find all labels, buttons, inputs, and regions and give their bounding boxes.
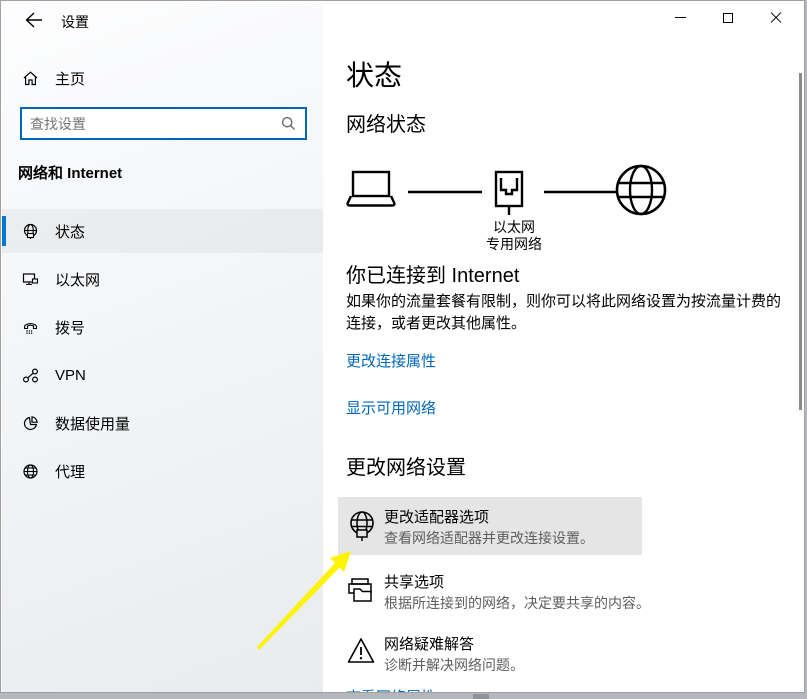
- laptop-icon: [346, 170, 398, 210]
- maximize-button[interactable]: [704, 1, 752, 34]
- sidebar-item-vpn[interactable]: VPN: [2, 353, 323, 397]
- search-box: [20, 107, 307, 140]
- minimize-button[interactable]: [656, 1, 704, 34]
- sidebar-item-label: 状态: [55, 221, 85, 242]
- network-profile-label: 专用网络: [454, 234, 574, 254]
- sidebar-item-proxy[interactable]: 代理: [2, 449, 323, 493]
- vpn-icon: [22, 367, 39, 384]
- internet-globe-icon: [614, 163, 668, 217]
- warning-triangle-icon: [346, 635, 376, 667]
- sidebar-item-data-usage[interactable]: 数据使用量: [2, 401, 323, 445]
- change-adapter-options-item[interactable]: 更改适配器选项 查看网络适配器并更改连接设置。: [338, 497, 642, 555]
- setting-item-title: 共享选项: [384, 571, 444, 592]
- ethernet-plug-icon: [493, 170, 527, 216]
- search-icon: [281, 116, 296, 131]
- sidebar-item-label: 主页: [55, 68, 85, 89]
- dialup-phone-icon: [22, 319, 39, 336]
- titlebar: 设置: [1, 1, 804, 41]
- connected-description: 如果你的流量套餐有限制，则你可以将此网络设置为按流量计费的连接，或者更改其他属性…: [346, 291, 793, 335]
- page-title: 状态: [346, 54, 402, 94]
- sidebar-item-status[interactable]: 状态: [2, 209, 323, 253]
- window-controls: [656, 1, 800, 34]
- background-window-fragment: [473, 694, 489, 699]
- home-icon: [22, 70, 39, 87]
- sidebar-item-dialup[interactable]: 拨号: [2, 305, 323, 349]
- close-icon: [770, 12, 782, 24]
- sidebar: 主页 网络和 Internet 状态 以太网: [2, 2, 323, 693]
- sidebar-item-label: 拨号: [55, 317, 85, 338]
- sidebar-item-label: 数据使用量: [55, 413, 130, 434]
- status-globe-icon: [22, 223, 39, 240]
- main-content: 状态 网络状态 以太网 专用网络 你已连接到 Internet 如果你的流量套餐…: [323, 2, 805, 693]
- sidebar-section-title: 网络和 Internet: [18, 162, 122, 183]
- setting-item-description: 诊断并解决网络问题。: [384, 655, 524, 675]
- network-status-heading: 网络状态: [346, 108, 426, 137]
- view-network-properties-link[interactable]: 查看网络属性: [346, 686, 436, 693]
- change-network-settings-heading: 更改网络设置: [346, 451, 466, 480]
- window-title: 设置: [61, 12, 89, 32]
- network-diagram: 以太网 专用网络: [346, 160, 686, 260]
- proxy-globe-icon: [22, 463, 39, 480]
- sidebar-item-home[interactable]: 主页: [2, 60, 323, 96]
- setting-item-description: 查看网络适配器并更改连接设置。: [384, 528, 594, 548]
- settings-window: 主页 网络和 Internet 状态 以太网: [0, 0, 805, 693]
- search-input[interactable]: [22, 116, 281, 132]
- minimize-icon: [675, 17, 686, 18]
- setting-item-title: 更改适配器选项: [384, 506, 489, 527]
- sidebar-item-label: 代理: [55, 461, 85, 482]
- show-available-networks-link[interactable]: 显示可用网络: [346, 397, 436, 418]
- change-connection-properties-link[interactable]: 更改连接属性: [346, 350, 436, 371]
- data-usage-pie-icon: [22, 415, 39, 432]
- setting-item-description: 根据所连接到的网络，决定要共享的内容。: [384, 593, 650, 613]
- back-button[interactable]: [19, 7, 49, 33]
- vertical-scrollbar[interactable]: [799, 73, 802, 410]
- sharing-options-icon: [346, 573, 376, 605]
- sidebar-item-ethernet[interactable]: 以太网: [2, 257, 323, 301]
- ethernet-icon: [22, 271, 39, 288]
- setting-item-title: 网络疑难解答: [384, 633, 474, 654]
- connection-line: [542, 190, 620, 194]
- close-button[interactable]: [752, 1, 800, 34]
- sidebar-item-label: 以太网: [55, 269, 100, 290]
- network-troubleshooter-item[interactable]: 网络疑难解答 诊断并解决网络问题。: [346, 629, 676, 679]
- adapter-globe-icon: [347, 510, 377, 542]
- connection-line: [406, 190, 484, 194]
- connected-heading: 你已连接到 Internet: [346, 259, 519, 288]
- selected-indicator: [2, 216, 6, 246]
- back-arrow-icon: [19, 12, 49, 28]
- sidebar-item-label: VPN: [55, 367, 86, 384]
- sharing-options-item[interactable]: 共享选项 根据所连接到的网络，决定要共享的内容。: [346, 567, 676, 617]
- maximize-icon: [723, 13, 733, 23]
